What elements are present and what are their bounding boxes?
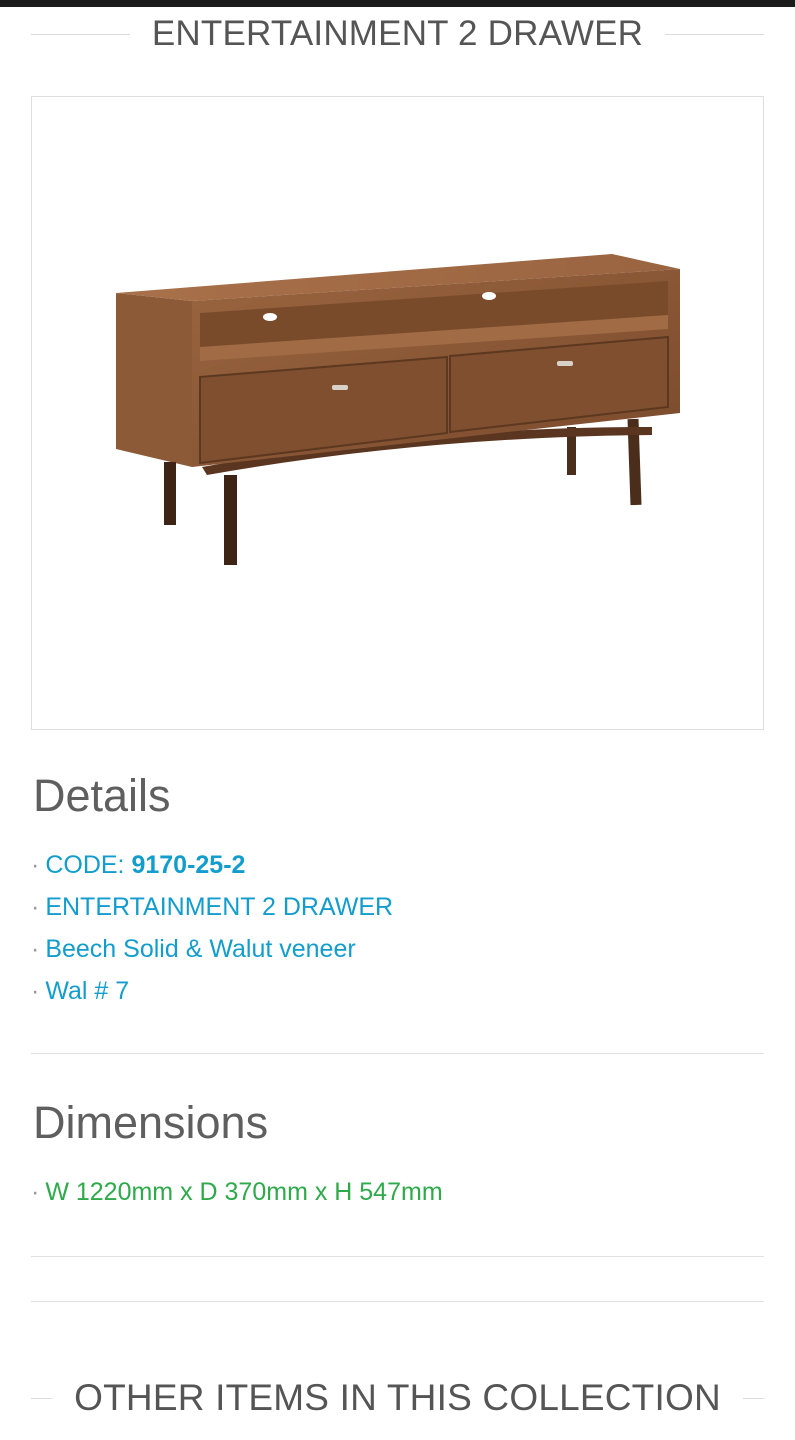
detail-text: Beech Solid & Walut veneer (45, 935, 356, 963)
list-item: · ENTERTAINMENT 2 DRAWER (31, 886, 393, 928)
details-list: · CODE: 9170-25-2 · ENTERTAINMENT 2 DRAWER… (31, 844, 393, 1012)
product-image[interactable] (31, 96, 764, 730)
title-rule-right (665, 33, 764, 35)
detail-text: ENTERTAINMENT 2 DRAWER (45, 893, 394, 921)
top-bar (0, 0, 795, 7)
detail-text: Wal # 7 (45, 977, 130, 1005)
bullet-dot: · (31, 893, 40, 921)
product-code: 9170-25-2 (131, 851, 246, 879)
product-title-heading: ENTERTAINMENT 2 DRAWER (31, 12, 764, 56)
dimension-text: W 1220mm x D 370mm x H 547mm (45, 1178, 443, 1206)
title-rule-left (31, 33, 130, 35)
list-item: · CODE: 9170-25-2 (31, 844, 393, 886)
collection-rule-right (742, 1397, 765, 1399)
entertainment-unit-illustration (116, 254, 680, 565)
bullet-dot: · (31, 851, 40, 879)
collection-heading: OTHER ITEMS IN THIS COLLECTION (31, 1374, 765, 1422)
details-heading: Details (33, 770, 171, 821)
dimensions-list: · W 1220mm x D 370mm x H 547mm (31, 1171, 443, 1213)
code-label: CODE: (45, 851, 132, 879)
divider (31, 1301, 764, 1302)
bullet-dot: · (31, 977, 40, 1005)
collection-title: OTHER ITEMS IN THIS COLLECTION (74, 1377, 721, 1418)
list-item: · Wal # 7 (31, 970, 393, 1012)
page-title: ENTERTAINMENT 2 DRAWER (151, 14, 644, 53)
divider (31, 1256, 764, 1257)
dimensions-heading: Dimensions (33, 1097, 269, 1148)
list-item: · Beech Solid & Walut veneer (31, 928, 393, 970)
bullet-dot: · (31, 935, 40, 963)
list-item: · W 1220mm x D 370mm x H 547mm (31, 1171, 443, 1213)
bullet-dot: · (31, 1178, 40, 1206)
divider (31, 1053, 764, 1054)
collection-rule-left (31, 1397, 53, 1399)
